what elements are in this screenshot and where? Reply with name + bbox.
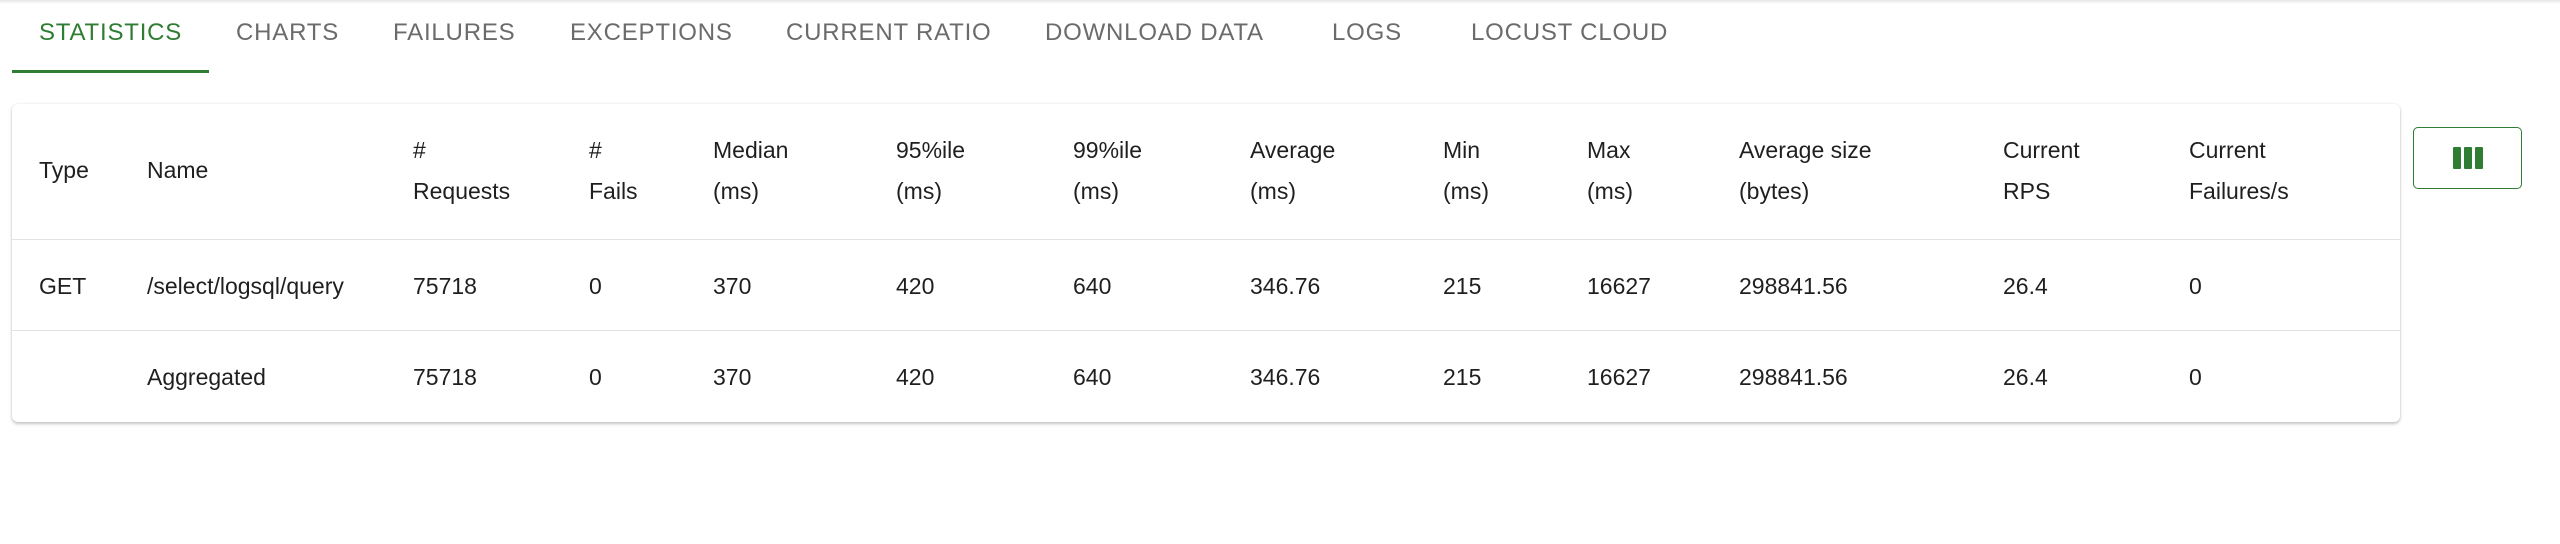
cell-current-rps: 26.4 xyxy=(2003,273,2048,299)
table-header-row: Type Name # Requests # Fails Median (ms) 95… xyxy=(12,104,2400,240)
cell-current-rps: 26.4 xyxy=(2003,364,2048,390)
cell-average-size: 298841.56 xyxy=(1739,364,1848,390)
tab-charts[interactable]: Charts xyxy=(236,0,339,74)
tab-current-ratio[interactable]: Current ratio xyxy=(786,0,992,74)
cell-current-failures: 0 xyxy=(2189,364,2202,390)
table-row: GET /select/logsql/query 75718 0 370 420… xyxy=(12,240,2400,331)
cell-99ile: 640 xyxy=(1073,364,1112,390)
cell-max: 16627 xyxy=(1587,364,1651,390)
tab-statistics[interactable]: Statistics xyxy=(39,0,182,74)
tab-logs[interactable]: Logs xyxy=(1332,0,1402,74)
cell-current-failures: 0 xyxy=(2189,273,2202,299)
tab-download-data[interactable]: Download Data xyxy=(1045,0,1264,74)
header-current-rps[interactable]: Current RPS xyxy=(2003,130,2080,212)
cell-fails: 0 xyxy=(589,273,602,299)
column-selector-button[interactable] xyxy=(2413,127,2522,189)
active-tab-indicator xyxy=(12,70,209,73)
cell-average: 346.76 xyxy=(1250,273,1321,299)
header-average[interactable]: Average (ms) xyxy=(1250,130,1335,212)
cell-requests: 75718 xyxy=(413,273,477,299)
header-max[interactable]: Max (ms) xyxy=(1587,130,1633,212)
cell-median: 370 xyxy=(713,364,752,390)
statistics-table: Type Name # Requests # Fails Median (ms) 95… xyxy=(12,104,2400,422)
cell-median: 370 xyxy=(713,273,752,299)
tab-exceptions[interactable]: Exceptions xyxy=(570,0,733,74)
cell-min: 215 xyxy=(1443,364,1482,390)
top-shadow xyxy=(0,0,2560,4)
cell-average: 346.76 xyxy=(1250,364,1321,390)
header-median[interactable]: Median (ms) xyxy=(713,130,788,212)
cell-fails: 0 xyxy=(589,364,602,390)
header-type[interactable]: Type xyxy=(39,150,89,191)
header-average-size[interactable]: Average size (bytes) xyxy=(1739,130,1872,212)
cell-95ile: 420 xyxy=(896,273,935,299)
cell-min: 215 xyxy=(1443,273,1482,299)
cell-requests: 75718 xyxy=(413,364,477,390)
cell-average-size: 298841.56 xyxy=(1739,273,1848,299)
view-column-icon xyxy=(2452,147,2483,169)
cell-name: /select/logsql/query xyxy=(147,273,344,299)
cell-name: Aggregated xyxy=(147,364,266,390)
header-95ile[interactable]: 95%ile (ms) xyxy=(896,130,965,212)
header-fails[interactable]: # Fails xyxy=(589,130,638,212)
header-current-failures[interactable]: Current Failures/s xyxy=(2189,130,2289,212)
cell-95ile: 420 xyxy=(896,364,935,390)
cell-max: 16627 xyxy=(1587,273,1651,299)
cell-type: GET xyxy=(39,273,87,299)
tab-locust-cloud[interactable]: Locust Cloud xyxy=(1471,0,1668,74)
cell-99ile: 640 xyxy=(1073,273,1112,299)
header-min[interactable]: Min (ms) xyxy=(1443,130,1489,212)
header-requests[interactable]: # Requests xyxy=(413,130,510,212)
header-name[interactable]: Name xyxy=(147,150,208,191)
header-99ile[interactable]: 99%ile (ms) xyxy=(1073,130,1142,212)
table-row-aggregated: Aggregated 75718 0 370 420 640 346.76 21… xyxy=(12,331,2400,422)
tab-failures[interactable]: Failures xyxy=(393,0,515,74)
